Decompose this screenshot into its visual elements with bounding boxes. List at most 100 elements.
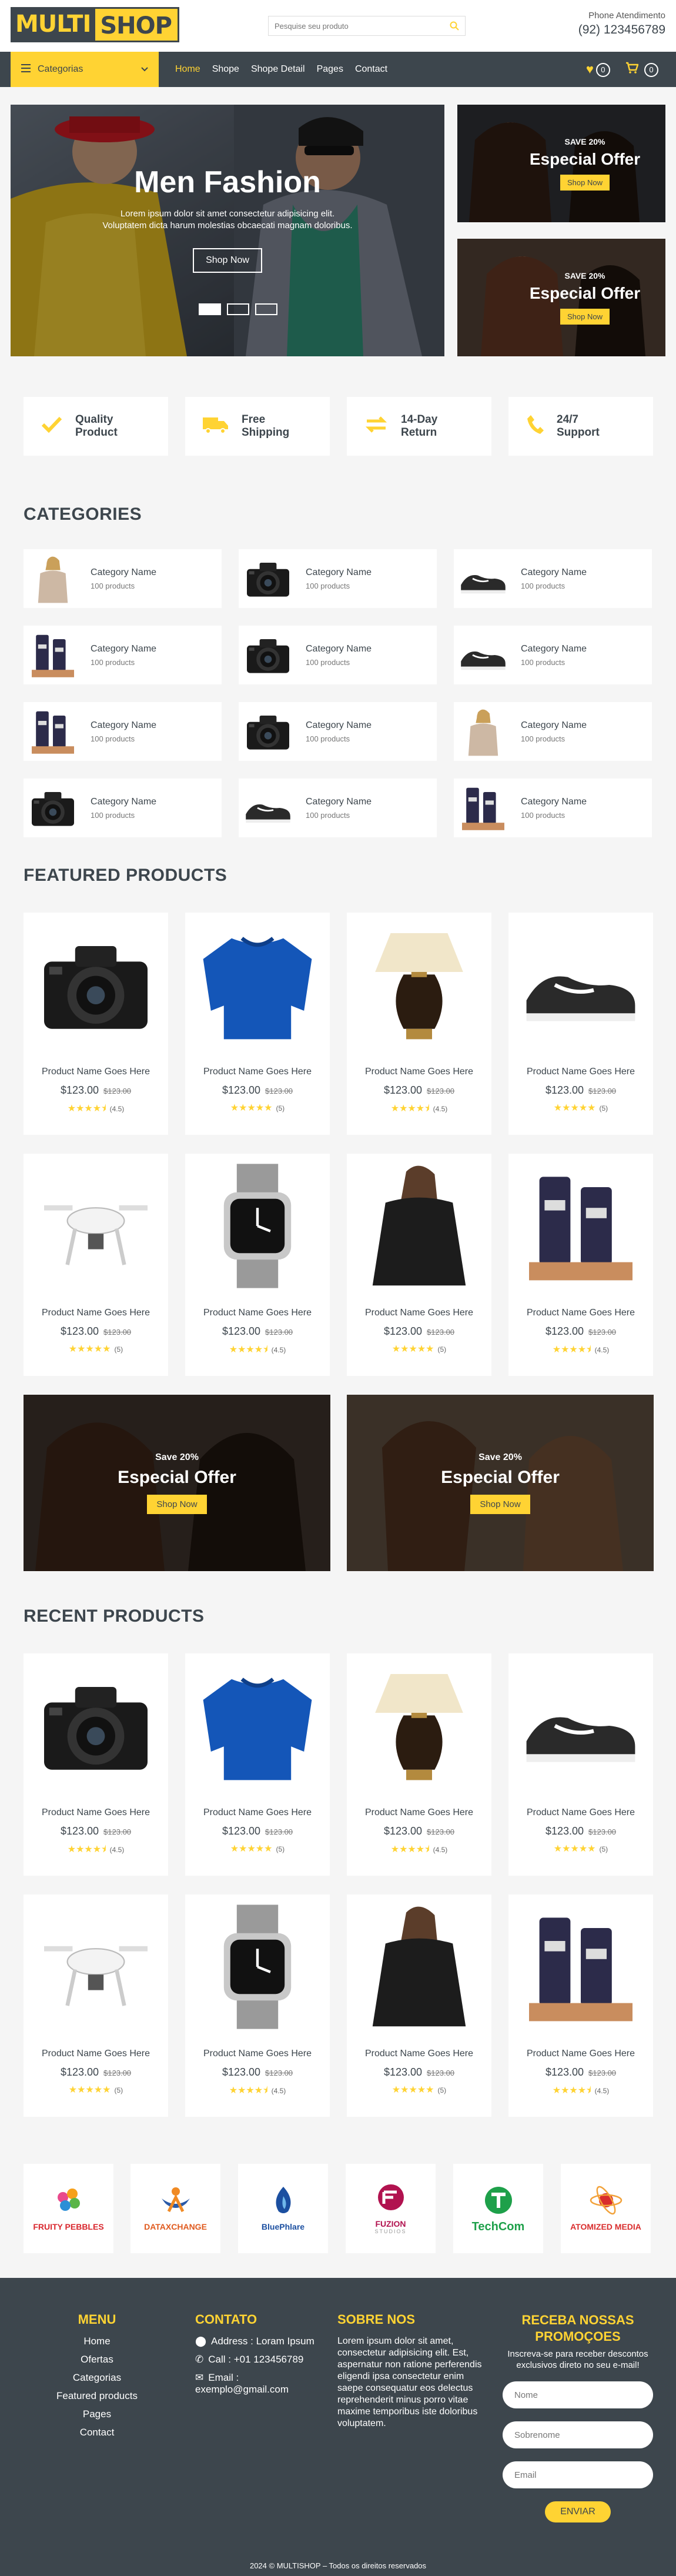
product-card[interactable]: Product Name Goes Here $123.00 $123.00 ★★★★… bbox=[185, 1653, 330, 1876]
product-card[interactable]: Product Name Goes Here $123.00 $123.00 ★★★★… bbox=[24, 1653, 168, 1876]
product-card[interactable]: Product Name Goes Here $123.00 $123.00 ★★★★… bbox=[24, 1154, 168, 1376]
nav-link-shope-detail[interactable]: Shope Detail bbox=[251, 64, 305, 75]
hero-carousel[interactable]: Men Fashion Lorem ipsum dolor sit amet c… bbox=[11, 105, 444, 356]
search-icon[interactable] bbox=[444, 16, 465, 35]
category-count: 100 products bbox=[91, 810, 135, 820]
offer-shop-now-button[interactable]: Shop Now bbox=[560, 308, 610, 325]
product-card[interactable]: Product Name Goes Here $123.00 $123.00 ★★★★… bbox=[347, 1895, 491, 2117]
category-count: 100 products bbox=[91, 581, 135, 590]
product-name[interactable]: Product Name Goes Here bbox=[347, 2049, 491, 2059]
product-name[interactable]: Product Name Goes Here bbox=[508, 2049, 653, 2059]
special-offer-banner[interactable]: Save 20% Especial Offer Shop Now bbox=[347, 1395, 654, 1571]
nav-link-shope[interactable]: Shope bbox=[212, 64, 239, 75]
product-card[interactable]: Product Name Goes Here $123.00 $123.00 ★★★★… bbox=[347, 1154, 491, 1376]
category-count: 100 products bbox=[306, 581, 350, 590]
category-card[interactable]: Category Name 100 products bbox=[24, 626, 222, 684]
category-card[interactable]: Category Name 100 products bbox=[24, 702, 222, 761]
product-name[interactable]: Product Name Goes Here bbox=[508, 1308, 653, 1318]
category-card[interactable]: Category Name 100 products bbox=[239, 626, 437, 684]
footer-address: ⬤ Address : Loram Ipsum bbox=[195, 2336, 319, 2347]
product-name[interactable]: Product Name Goes Here bbox=[508, 1067, 653, 1077]
side-offer-card[interactable]: SAVE 20% Especial Offer Shop Now bbox=[457, 105, 665, 222]
footer-link-featured-products[interactable]: Featured products bbox=[53, 2390, 141, 2402]
product-card[interactable]: Product Name Goes Here $123.00 $123.00 ★★★★… bbox=[508, 1653, 653, 1876]
product-name[interactable]: Product Name Goes Here bbox=[185, 1308, 330, 1318]
newsletter-send-button[interactable]: ENVIAR bbox=[545, 2501, 611, 2522]
carousel-dot[interactable] bbox=[227, 303, 249, 315]
category-card[interactable]: Category Name 100 products bbox=[239, 779, 437, 837]
product-name[interactable]: Product Name Goes Here bbox=[347, 1308, 491, 1318]
cart-button[interactable]: 0 bbox=[625, 62, 658, 78]
search-input[interactable] bbox=[269, 17, 444, 35]
feature-phone: 24/7 Support bbox=[508, 397, 653, 456]
category-card[interactable]: Category Name 100 products bbox=[454, 779, 652, 837]
product-name[interactable]: Product Name Goes Here bbox=[185, 1807, 330, 1818]
hero-shop-now-button[interactable]: Shop Now bbox=[193, 248, 262, 273]
product-name[interactable]: Product Name Goes Here bbox=[185, 2049, 330, 2059]
category-text: Category Name 100 products bbox=[513, 644, 587, 667]
product-card[interactable]: Product Name Goes Here $123.00 $123.00 ★★★★… bbox=[185, 1154, 330, 1376]
product-card[interactable]: Product Name Goes Here $123.00 $123.00 ★★★★… bbox=[24, 913, 168, 1135]
vendor-logo[interactable]: TechCom bbox=[453, 2164, 543, 2253]
footer-link-contact[interactable]: Contact bbox=[53, 2427, 141, 2438]
product-card[interactable]: Product Name Goes Here $123.00 $123.00 ★★★★… bbox=[347, 1653, 491, 1876]
product-name[interactable]: Product Name Goes Here bbox=[24, 1308, 168, 1318]
product-name[interactable]: Product Name Goes Here bbox=[347, 1807, 491, 1818]
product-name[interactable]: Product Name Goes Here bbox=[347, 1067, 491, 1077]
wishlist-button[interactable]: ♥ 0 bbox=[586, 62, 610, 78]
special-offer-banner[interactable]: Save 20% Especial Offer Shop Now bbox=[24, 1395, 330, 1571]
footer-link-ofertas[interactable]: Ofertas bbox=[53, 2354, 141, 2365]
product-rating: ★★★★⯨ (4.5) bbox=[508, 1343, 653, 1359]
camera-image bbox=[24, 779, 82, 837]
footer-link-pages[interactable]: Pages bbox=[53, 2408, 141, 2420]
newsletter-name-input[interactable]: Nome bbox=[503, 2381, 653, 2408]
product-name[interactable]: Product Name Goes Here bbox=[508, 1807, 653, 1818]
product-name[interactable]: Product Name Goes Here bbox=[24, 1807, 168, 1818]
footer-email-value[interactable]: exemplo@gmail.com bbox=[195, 2384, 289, 2395]
vendor-logo[interactable]: FUZION STUDIOS bbox=[346, 2164, 436, 2253]
offer-shop-now-button[interactable]: Shop Now bbox=[560, 174, 610, 191]
category-card[interactable]: Category Name 100 products bbox=[24, 779, 222, 837]
vendor-logo[interactable]: BluePhlare bbox=[238, 2164, 328, 2253]
footer-link-categorias[interactable]: Categorias bbox=[53, 2372, 141, 2384]
product-card[interactable]: Product Name Goes Here $123.00 $123.00 ★★★★… bbox=[508, 1895, 653, 2117]
product-card[interactable]: Product Name Goes Here $123.00 $123.00 ★★★★… bbox=[508, 913, 653, 1135]
product-card[interactable]: Product Name Goes Here $123.00 $123.00 ★★★★… bbox=[185, 913, 330, 1135]
review-count: (4.5) bbox=[109, 1846, 125, 1854]
carousel-dot[interactable] bbox=[255, 303, 277, 315]
footer-link-home[interactable]: Home bbox=[53, 2336, 141, 2347]
product-name[interactable]: Product Name Goes Here bbox=[24, 2049, 168, 2059]
carousel-dot[interactable] bbox=[199, 303, 221, 315]
logo[interactable]: MULTI SHOP bbox=[11, 7, 179, 42]
product-name[interactable]: Product Name Goes Here bbox=[24, 1067, 168, 1077]
category-card[interactable]: Category Name 100 products bbox=[239, 549, 437, 608]
product-card[interactable]: Product Name Goes Here $123.00 $123.00 ★★★★… bbox=[347, 913, 491, 1135]
nav-link-pages[interactable]: Pages bbox=[317, 64, 343, 75]
star-rating-icons: ★★★★★ bbox=[230, 1844, 273, 1854]
category-text: Category Name 100 products bbox=[82, 797, 156, 820]
product-price-row: $123.00 $123.00 bbox=[185, 1084, 330, 1097]
newsletter-surname-input[interactable]: Sobrenome bbox=[503, 2421, 653, 2448]
product-card[interactable]: Product Name Goes Here $123.00 $123.00 ★★★★… bbox=[508, 1154, 653, 1376]
product-price: $123.00 bbox=[383, 2066, 423, 2078]
category-card[interactable]: Category Name 100 products bbox=[454, 702, 652, 761]
vendor-logo[interactable]: ATOMIZED MEDIA bbox=[561, 2164, 651, 2253]
review-count: (5) bbox=[599, 1845, 608, 1853]
product-name[interactable]: Product Name Goes Here bbox=[185, 1067, 330, 1077]
offer-shop-now-button[interactable]: Shop Now bbox=[147, 1494, 207, 1514]
category-card[interactable]: Category Name 100 products bbox=[24, 549, 222, 608]
product-card[interactable]: Product Name Goes Here $123.00 $123.00 ★★★★… bbox=[185, 1895, 330, 2117]
category-card[interactable]: Category Name 100 products bbox=[454, 626, 652, 684]
vendor-logo[interactable]: FRUITY PEBBLES bbox=[24, 2164, 113, 2253]
category-card[interactable]: Category Name 100 products bbox=[454, 549, 652, 608]
offer-shop-now-button[interactable]: Shop Now bbox=[470, 1494, 530, 1514]
page-root: MULTI SHOP Phone Atendimento (92) 123456… bbox=[0, 0, 676, 2576]
categories-dropdown[interactable]: Categorias bbox=[11, 52, 159, 87]
category-card[interactable]: Category Name 100 products bbox=[239, 702, 437, 761]
side-offer-card[interactable]: SAVE 20% Especial Offer Shop Now bbox=[457, 239, 665, 356]
nav-link-home[interactable]: Home bbox=[175, 64, 200, 75]
product-card[interactable]: Product Name Goes Here $123.00 $123.00 ★★★★… bbox=[24, 1895, 168, 2117]
newsletter-email-input[interactable]: Email bbox=[503, 2461, 653, 2488]
nav-link-contact[interactable]: Contact bbox=[355, 64, 387, 75]
vendor-logo[interactable]: DATAXCHANGE bbox=[130, 2164, 220, 2253]
